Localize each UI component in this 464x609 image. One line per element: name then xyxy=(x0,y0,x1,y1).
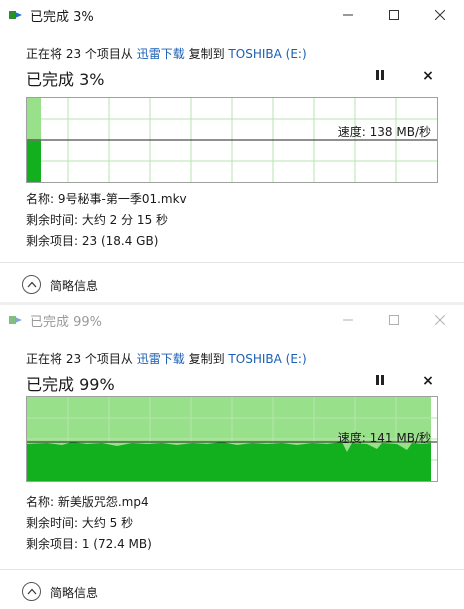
window-title: 已完成 3% xyxy=(30,10,94,25)
speed-label: 速度: 141 MB/秒 xyxy=(337,431,431,445)
stop-icon: × xyxy=(422,68,434,84)
minimize-button[interactable] xyxy=(325,305,371,335)
chevron-up-icon xyxy=(27,281,37,288)
title-bar[interactable]: 已完成 99% xyxy=(0,305,464,335)
speed-area xyxy=(27,442,431,481)
title-bar[interactable]: 已完成 3% xyxy=(0,0,464,30)
close-icon xyxy=(435,315,445,325)
copy-dialog-2: 已完成 99% 正在将 23 个项目从 迅雷下载 复制到 TOSHIBA (E:… xyxy=(0,305,464,609)
footer: 简略信息 xyxy=(0,569,464,609)
less-details-label[interactable]: 简略信息 xyxy=(50,584,98,601)
chevron-up-icon xyxy=(27,588,37,595)
time-remaining: 剩余时间: 大约 5 秒 xyxy=(26,516,134,530)
pause-icon xyxy=(381,70,384,80)
copy-prefix: 正在将 23 个项目从 xyxy=(26,352,133,366)
footer: 简略信息 xyxy=(0,262,464,302)
pause-button[interactable] xyxy=(374,375,386,387)
progress-status: 已完成 99% xyxy=(26,375,115,394)
source-link[interactable]: 迅雷下载 xyxy=(137,47,185,61)
close-button[interactable] xyxy=(417,305,463,335)
minimize-icon xyxy=(343,14,353,16)
destination-link[interactable]: TOSHIBA (E:) xyxy=(228,352,306,366)
stop-button[interactable]: × xyxy=(422,373,434,389)
copy-description: 正在将 23 个项目从 迅雷下载 复制到 TOSHIBA (E:) xyxy=(26,45,307,62)
progress-status: 已完成 3% xyxy=(26,70,105,89)
close-button[interactable] xyxy=(417,0,463,30)
copy-arrow-icon xyxy=(9,316,22,324)
maximize-icon xyxy=(389,10,399,20)
speed-label: 速度: 138 MB/秒 xyxy=(337,125,431,139)
pause-icon xyxy=(376,375,379,385)
less-details-button[interactable] xyxy=(22,275,41,294)
file-name: 名称: 9号秘事-第一季01.mkv xyxy=(26,192,187,206)
less-details-button[interactable] xyxy=(22,582,41,601)
stop-button[interactable]: × xyxy=(422,68,434,84)
copy-prefix: 正在将 23 个项目从 xyxy=(26,47,133,61)
maximize-button[interactable] xyxy=(371,305,417,335)
copy-description: 正在将 23 个项目从 迅雷下载 复制到 TOSHIBA (E:) xyxy=(26,350,307,367)
speed-bar xyxy=(27,141,41,182)
time-remaining: 剩余时间: 大约 2 分 15 秒 xyxy=(26,213,169,227)
details: 名称: 新美版咒怨.mp4 剩余时间: 大约 5 秒 剩余项目: 1 (72.4… xyxy=(26,492,152,555)
details: 名称: 9号秘事-第一季01.mkv 剩余时间: 大约 2 分 15 秒 剩余项… xyxy=(26,189,187,252)
pause-icon xyxy=(381,375,384,385)
copy-dialog-1: 已完成 3% 正在将 23 个项目从 迅雷下载 复制到 TOSHIBA (E:)… xyxy=(0,0,464,305)
file-name: 名称: 新美版咒怨.mp4 xyxy=(26,495,149,509)
maximize-icon xyxy=(389,315,399,325)
speed-graph: 速度: 138 MB/秒 xyxy=(26,97,438,183)
source-link[interactable]: 迅雷下载 xyxy=(137,352,185,366)
speed-graph-svg xyxy=(27,98,437,182)
stop-icon: × xyxy=(422,373,434,389)
minimize-icon xyxy=(343,319,353,321)
window-title: 已完成 99% xyxy=(30,315,103,330)
maximize-button[interactable] xyxy=(371,0,417,30)
less-details-label[interactable]: 简略信息 xyxy=(50,277,98,294)
destination-link[interactable]: TOSHIBA (E:) xyxy=(228,47,306,61)
copy-arrow-icon xyxy=(9,11,22,19)
items-remaining: 剩余项目: 1 (72.4 MB) xyxy=(26,537,152,551)
copy-mid: 复制到 xyxy=(188,352,225,366)
close-icon xyxy=(435,10,445,20)
minimize-button[interactable] xyxy=(325,0,371,30)
pause-icon xyxy=(376,70,379,80)
pause-button[interactable] xyxy=(374,70,386,82)
copy-mid: 复制到 xyxy=(188,47,225,61)
items-remaining: 剩余项目: 23 (18.4 GB) xyxy=(26,234,159,248)
speed-graph: 速度: 141 MB/秒 xyxy=(26,396,438,482)
